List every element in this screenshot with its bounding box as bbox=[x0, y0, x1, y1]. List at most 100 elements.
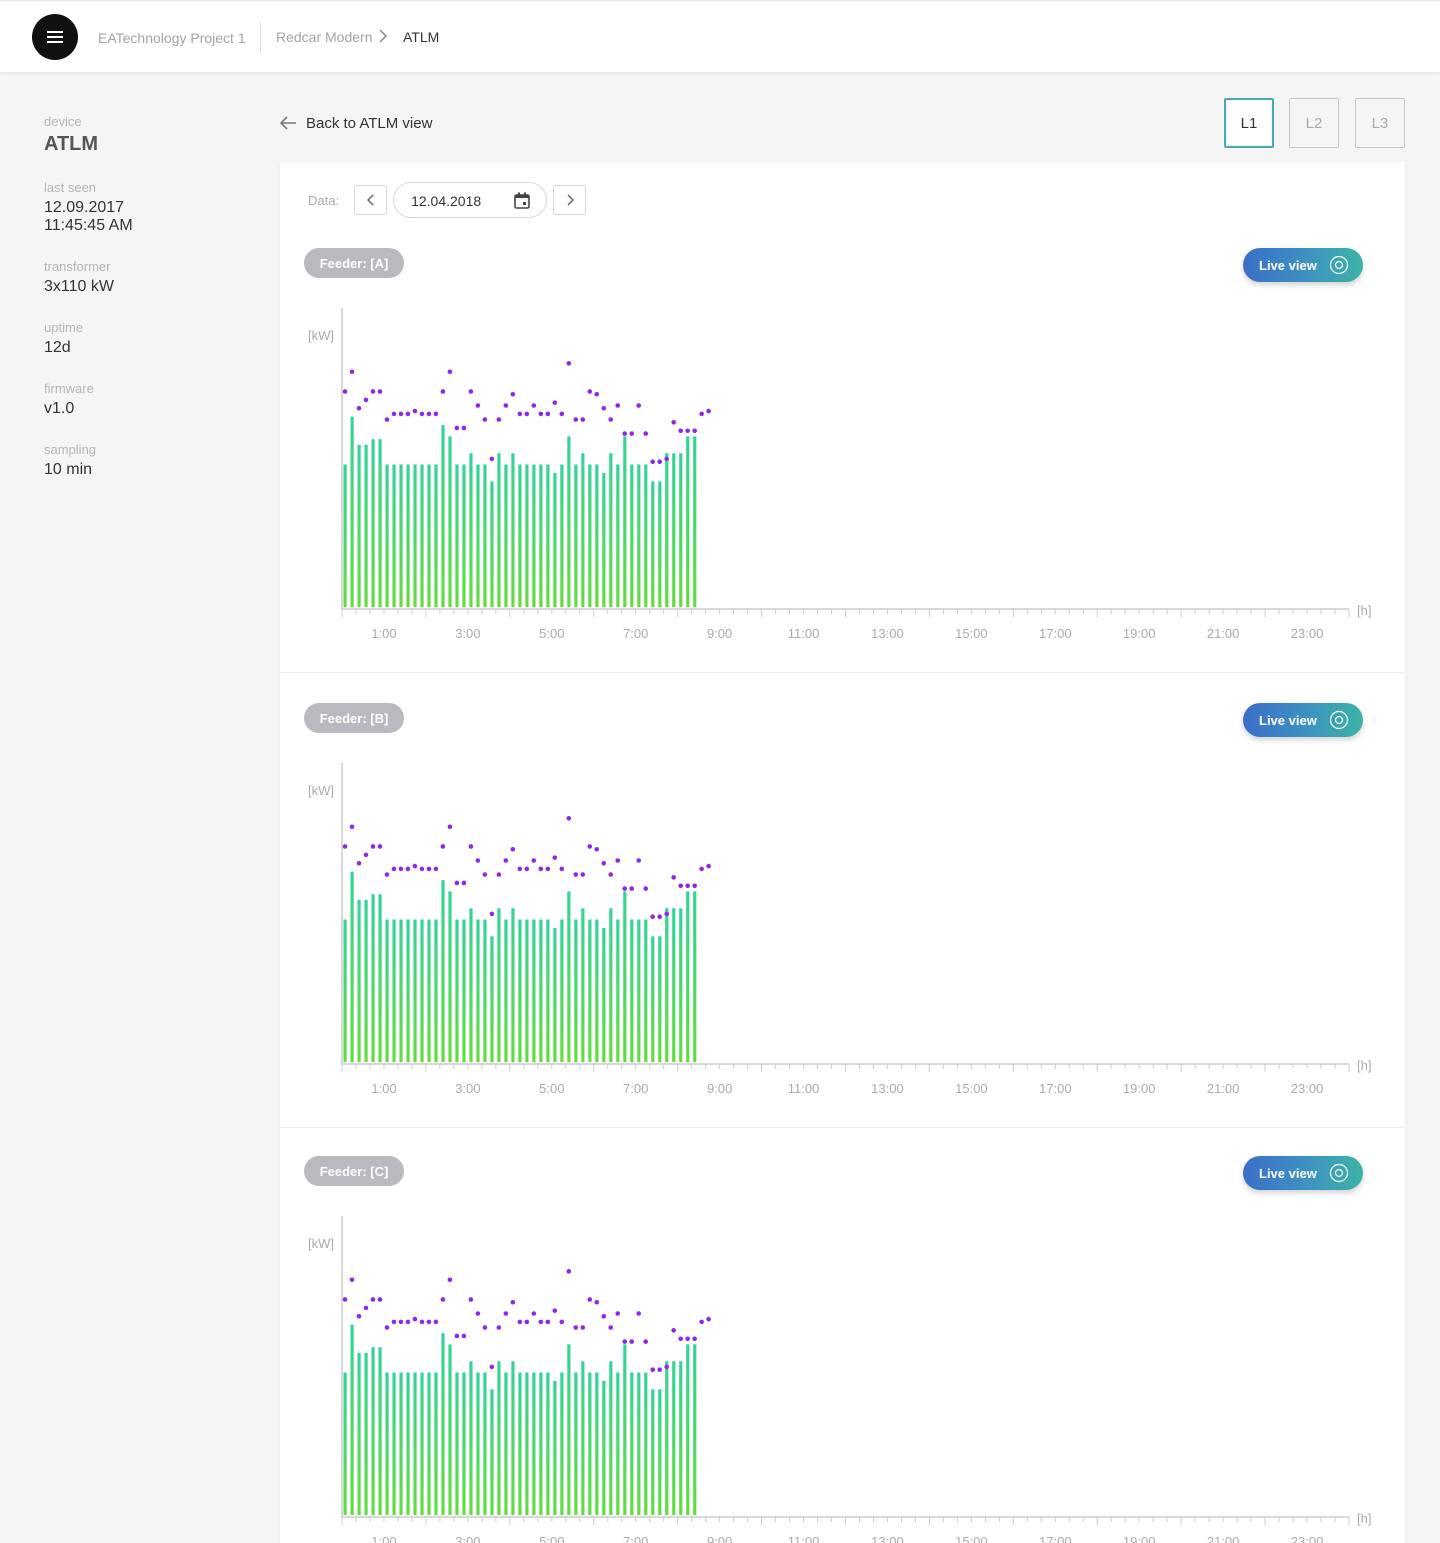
phase-l3-button[interactable]: L3 bbox=[1355, 98, 1405, 148]
chart-point bbox=[671, 420, 676, 425]
y-axis-label: [kW] bbox=[308, 328, 334, 343]
chart-point bbox=[531, 1311, 537, 1316]
chart-point bbox=[664, 456, 669, 462]
phase-l2-button[interactable]: L2 bbox=[1289, 98, 1339, 148]
chart-point bbox=[370, 389, 376, 394]
back-to-atlm-link[interactable]: Back to ATLM view bbox=[279, 112, 432, 134]
chart-point bbox=[650, 459, 655, 464]
calendar-icon[interactable] bbox=[514, 192, 530, 209]
chart-bar bbox=[567, 436, 571, 607]
chart-bar bbox=[546, 464, 550, 607]
chart-bar bbox=[511, 1361, 515, 1515]
chart-bar bbox=[623, 891, 627, 1062]
chart-point bbox=[363, 852, 369, 858]
chart-bar bbox=[637, 919, 641, 1062]
chart-point bbox=[643, 431, 649, 436]
chart-point bbox=[622, 886, 628, 891]
date-input[interactable]: 12.04.2018 bbox=[393, 182, 548, 218]
chart-point bbox=[601, 861, 607, 866]
chart-point bbox=[566, 361, 572, 366]
chart-bar bbox=[616, 464, 620, 607]
chart-bar bbox=[651, 936, 655, 1062]
hamburger-icon-line bbox=[47, 36, 63, 38]
chart-bar bbox=[448, 1344, 452, 1515]
chart-bar bbox=[413, 919, 417, 1062]
chart-bar bbox=[497, 908, 501, 1062]
breadcrumb-redcar[interactable]: Redcar Modern bbox=[276, 29, 373, 45]
chart-bar bbox=[630, 1372, 634, 1515]
chart-point bbox=[405, 411, 411, 417]
chart-point bbox=[545, 1319, 551, 1325]
chart-point bbox=[412, 863, 418, 869]
chart-bar bbox=[609, 1361, 613, 1515]
chart-bar bbox=[651, 481, 655, 607]
chart-bar bbox=[420, 464, 424, 607]
chart-bar bbox=[357, 444, 361, 607]
chart-point bbox=[419, 1319, 425, 1325]
chart-point bbox=[629, 886, 635, 891]
chart-point bbox=[342, 844, 348, 849]
chart-bar bbox=[378, 439, 382, 607]
prev-date-button[interactable] bbox=[354, 185, 388, 215]
chart-point bbox=[601, 1314, 607, 1319]
x-tick-label: 19:00 bbox=[1123, 626, 1156, 641]
device-value: ATLM bbox=[44, 133, 99, 155]
chart-bar bbox=[630, 464, 634, 607]
x-tick-label: 9:00 bbox=[707, 1534, 732, 1543]
chart-point bbox=[559, 866, 565, 872]
chart-point bbox=[342, 1297, 348, 1302]
chart-bar bbox=[413, 464, 417, 607]
chart-point bbox=[552, 400, 558, 405]
menu-button[interactable] bbox=[32, 14, 78, 60]
chart-point bbox=[398, 411, 404, 417]
chart-bar bbox=[644, 919, 648, 1062]
chart-bar bbox=[441, 425, 445, 607]
chart-bar bbox=[385, 919, 389, 1062]
chart-point bbox=[622, 431, 628, 436]
chart-bar bbox=[525, 919, 529, 1062]
chart-point bbox=[699, 1319, 704, 1325]
chart-point bbox=[559, 411, 565, 417]
chart-bar bbox=[525, 1372, 529, 1515]
chart-bar bbox=[476, 919, 480, 1062]
chart-bar bbox=[637, 1372, 641, 1515]
chart-point bbox=[636, 858, 642, 863]
transformer-block: transformer 3x110 kW bbox=[44, 259, 244, 296]
chart-point bbox=[461, 1333, 467, 1339]
chart-bar bbox=[350, 871, 354, 1062]
x-tick-label: 19:00 bbox=[1123, 1534, 1156, 1543]
chart-point bbox=[678, 883, 683, 889]
next-date-button[interactable] bbox=[553, 185, 587, 215]
transformer-label: transformer bbox=[44, 259, 111, 274]
phase-l1-button[interactable]: L1 bbox=[1224, 98, 1274, 148]
chart-point bbox=[510, 391, 516, 397]
sampling-block: sampling 10 min bbox=[44, 442, 244, 479]
chart-bar bbox=[364, 899, 368, 1062]
chart-bar bbox=[560, 1372, 564, 1515]
last-seen-time: 11:45:45 AM bbox=[44, 217, 133, 234]
chart-bar bbox=[462, 1372, 466, 1515]
chart-point bbox=[391, 1319, 397, 1325]
chart-bar bbox=[497, 1361, 501, 1515]
chart-bar bbox=[350, 1324, 354, 1515]
chart-point bbox=[538, 866, 544, 872]
chart-point bbox=[685, 1336, 690, 1342]
x-tick-label: 1:00 bbox=[371, 626, 396, 641]
chart-point bbox=[692, 1336, 697, 1342]
chart-point bbox=[377, 1297, 383, 1302]
chart-point bbox=[482, 417, 488, 422]
chart-point bbox=[468, 1297, 474, 1302]
chart-point bbox=[657, 1367, 662, 1372]
chart-point bbox=[594, 1299, 600, 1305]
chart-bar bbox=[553, 472, 557, 607]
chart-point bbox=[447, 1277, 453, 1283]
chart-bar bbox=[532, 919, 536, 1062]
chart-bar bbox=[343, 919, 347, 1062]
chart-bar bbox=[595, 919, 599, 1062]
chart-point bbox=[433, 866, 439, 872]
x-tick-label: 17:00 bbox=[1039, 1081, 1072, 1096]
uptime-block: uptime 12d bbox=[44, 320, 244, 357]
chart-point bbox=[384, 417, 390, 422]
feeder-b-section: Feeder: [B] Live view [kW] [h] 1:00 3:00 5:0… bbox=[280, 703, 1405, 1158]
project-name[interactable]: EATechnology Project 1 bbox=[98, 30, 246, 46]
